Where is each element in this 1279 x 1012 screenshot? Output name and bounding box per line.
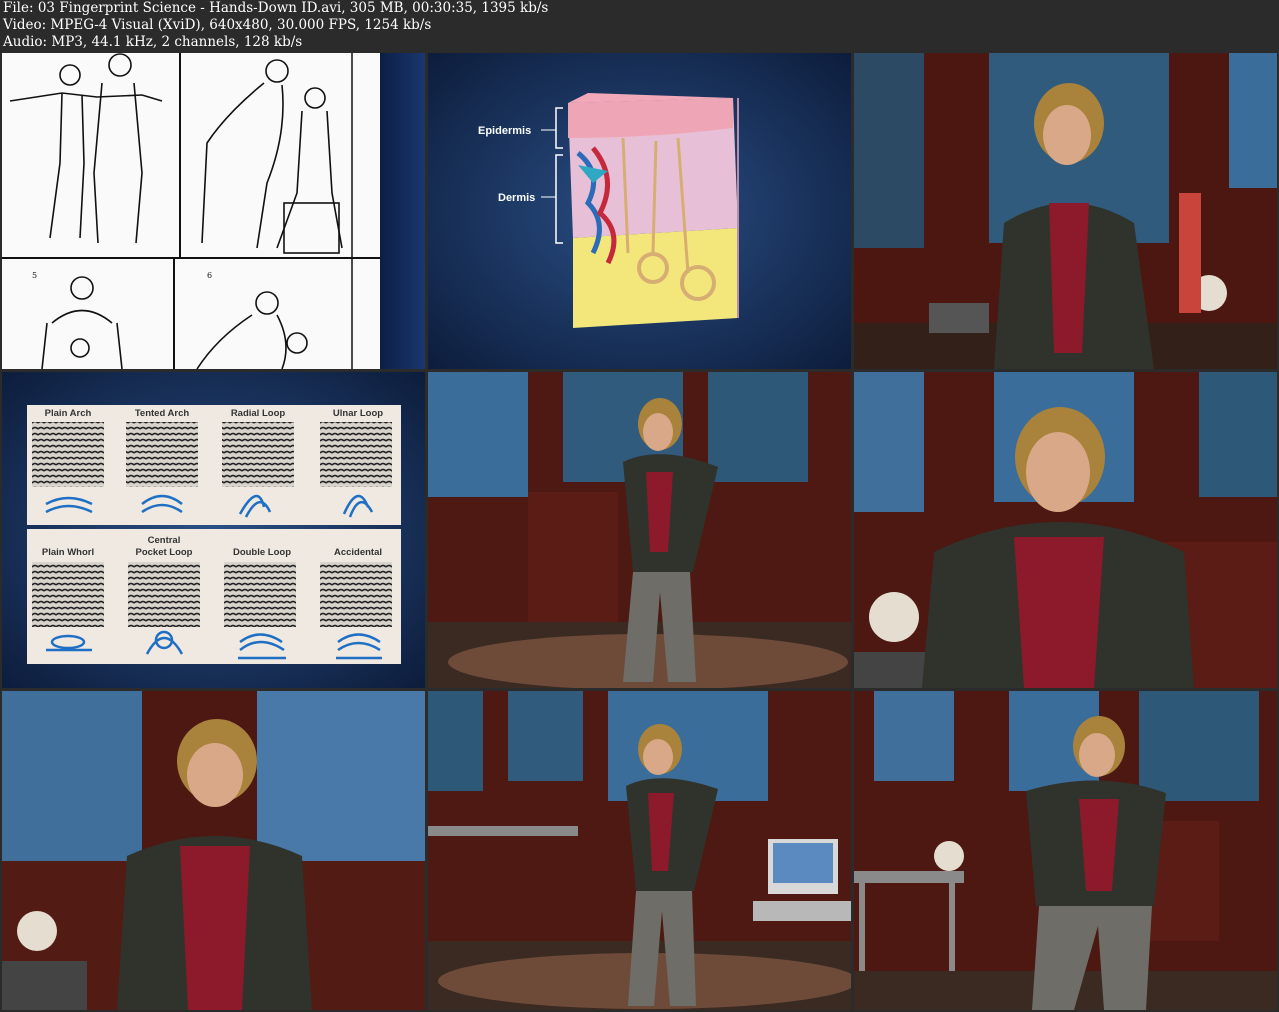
studio-scene xyxy=(854,53,1277,369)
file-info-header: File: 03 Fingerprint Science - Hands-Dow… xyxy=(0,0,1279,52)
skin-cross-section-diagram: Epidermis Dermis xyxy=(428,53,851,369)
pattern-label-pocket-loop: Pocket Loop xyxy=(135,547,192,558)
pattern-label-tented-arch: Tented Arch xyxy=(135,408,190,419)
studio-scene xyxy=(2,691,425,1010)
thumbnail-presenter-studio-2[interactable] xyxy=(428,372,851,688)
thumbnail-presenter-studio-5[interactable] xyxy=(428,691,851,1010)
pattern-label-radial-loop: Radial Loop xyxy=(231,408,286,419)
studio-scene xyxy=(854,372,1277,688)
studio-scene xyxy=(428,372,851,688)
studio-scene xyxy=(854,691,1277,1010)
pattern-label-accidental: Accidental xyxy=(334,547,382,558)
thumbnail-presenter-studio-6[interactable] xyxy=(854,691,1277,1010)
thumbnail-sketch-drawings[interactable]: 5 6 xyxy=(2,53,425,369)
svg-text:6: 6 xyxy=(207,271,212,280)
studio-scene xyxy=(428,691,851,1010)
pattern-label-plain-arch: Plain Arch xyxy=(45,408,92,419)
pattern-label-double-loop: Double Loop xyxy=(233,547,291,558)
thumbnail-presenter-studio-3[interactable] xyxy=(854,372,1277,688)
pattern-label-plain-whorl: Plain Whorl xyxy=(42,547,94,558)
fingerprint-patterns-chart: Plain Arch Tented Arch Radial Loop Ulnar… xyxy=(2,372,425,688)
thumbnail-fingerprint-patterns[interactable]: Plain Arch Tented Arch Radial Loop Ulnar… xyxy=(2,372,425,688)
pattern-label-ulnar-loop: Ulnar Loop xyxy=(333,408,383,419)
thumbnail-presenter-studio-4[interactable] xyxy=(2,691,425,1010)
epidermis-label: Epidermis xyxy=(478,125,531,137)
pattern-label-central: Central xyxy=(148,535,181,546)
thumbnail-skin-diagram[interactable]: Epidermis Dermis xyxy=(428,53,851,369)
thumbnail-presenter-studio-1[interactable] xyxy=(854,53,1277,369)
thumbnail-grid: 5 6 Epidermis Dermis Plain Arch Tented A… xyxy=(0,52,1279,1012)
audio-info-line: Audio: MP3, 44.1 kHz, 2 channels, 128 kb… xyxy=(3,34,303,50)
sketch-illustration: 5 6 xyxy=(2,53,425,369)
svg-text:5: 5 xyxy=(32,271,37,280)
dermis-label: Dermis xyxy=(498,192,535,204)
video-info-line: Video: MPEG-4 Visual (XviD), 640x480, 30… xyxy=(3,17,432,33)
file-info-line: File: 03 Fingerprint Science - Hands-Dow… xyxy=(3,0,549,16)
